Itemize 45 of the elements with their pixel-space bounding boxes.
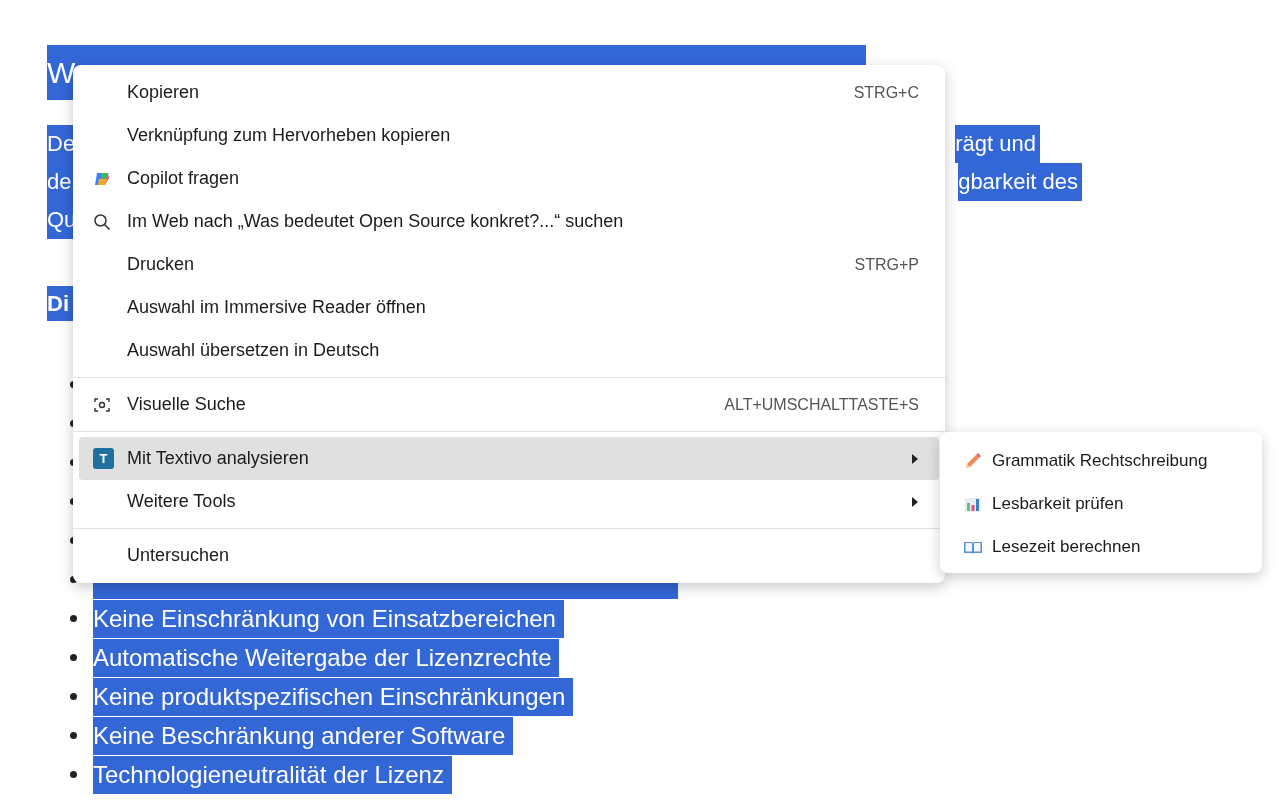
bullet bbox=[70, 732, 77, 739]
text-fragment: gbarkeit des bbox=[958, 163, 1082, 201]
menu-item[interactable]: Auswahl übersetzen in Deutsch bbox=[79, 329, 939, 372]
menu-label: Kopieren bbox=[127, 82, 200, 103]
list-item: Automatische Weitergabe der Lizenzrechte bbox=[93, 638, 560, 677]
menu-label: Mit Textivo analysieren bbox=[127, 448, 309, 469]
submenu-item[interactable]: Lesbarkeit prüfen bbox=[946, 482, 1256, 525]
text-fragment: rägt und bbox=[955, 125, 1040, 163]
bullet bbox=[70, 654, 77, 661]
bullet bbox=[70, 615, 77, 622]
menu-item[interactable]: Copilot fragen bbox=[79, 157, 939, 200]
shortcut-text: STRG+P bbox=[854, 255, 919, 274]
menu-item[interactable]: Visuelle Suche ALT+UMSCHALTTASTE+S bbox=[79, 383, 939, 426]
bullet bbox=[70, 771, 77, 778]
menu-label: Copilot fragen bbox=[127, 168, 240, 189]
visual-search-icon bbox=[93, 395, 111, 414]
menu-label: Lesbarkeit prüfen bbox=[992, 493, 1124, 514]
menu-label: Auswahl übersetzen in Deutsch bbox=[127, 340, 380, 361]
text-fragment: de bbox=[47, 163, 76, 201]
menu-label: Verknüpfung zum Hervorheben kopieren bbox=[127, 125, 451, 146]
menu-label: Lesezeit berechnen bbox=[992, 536, 1141, 557]
menu-label: Weitere Tools bbox=[127, 491, 236, 512]
menu-label: Drucken bbox=[127, 254, 195, 275]
list-item: Keine Einschränkung von Einsatzbereichen bbox=[93, 599, 564, 638]
bullet bbox=[70, 693, 77, 700]
menu-item[interactable]: Weitere Tools bbox=[79, 480, 939, 523]
menu-label: Im Web nach „Was bedeutet Open Source konkret?...“ suchen bbox=[127, 211, 624, 232]
list-item: Keine Beschränkung anderer Software bbox=[93, 716, 514, 755]
menu-label: Auswahl im Immersive Reader öffnen bbox=[127, 297, 426, 318]
menu-item[interactable]: T Mit Textivo analysieren bbox=[79, 437, 939, 480]
app-icon: T bbox=[93, 448, 114, 469]
shortcut-text: ALT+UMSCHALTTASTE+S bbox=[724, 395, 919, 414]
list-item: Keine produktspezifischen Einschränkungen bbox=[93, 677, 574, 716]
pencil-icon bbox=[963, 450, 983, 471]
menu-label: Grammatik Rechtschreibung bbox=[992, 450, 1208, 471]
menu-item[interactable]: Untersuchen bbox=[79, 534, 939, 577]
menu-item[interactable]: Drucken STRG+P bbox=[79, 243, 939, 286]
menu-label: Visuelle Suche bbox=[127, 394, 246, 415]
submenu-item[interactable]: Grammatik Rechtschreibung bbox=[946, 439, 1256, 482]
search-icon bbox=[93, 212, 111, 231]
menu-label: Untersuchen bbox=[127, 545, 230, 566]
submenu-item[interactable]: Lesezeit berechnen bbox=[946, 525, 1256, 568]
menu-item[interactable]: Im Web nach „Was bedeutet Open Source konkret?...“ suchen bbox=[79, 200, 939, 243]
menu-item[interactable]: Verknüpfung zum Hervorheben kopieren bbox=[79, 114, 939, 157]
list-item: Technologieneutralität der Lizenz bbox=[93, 755, 452, 794]
